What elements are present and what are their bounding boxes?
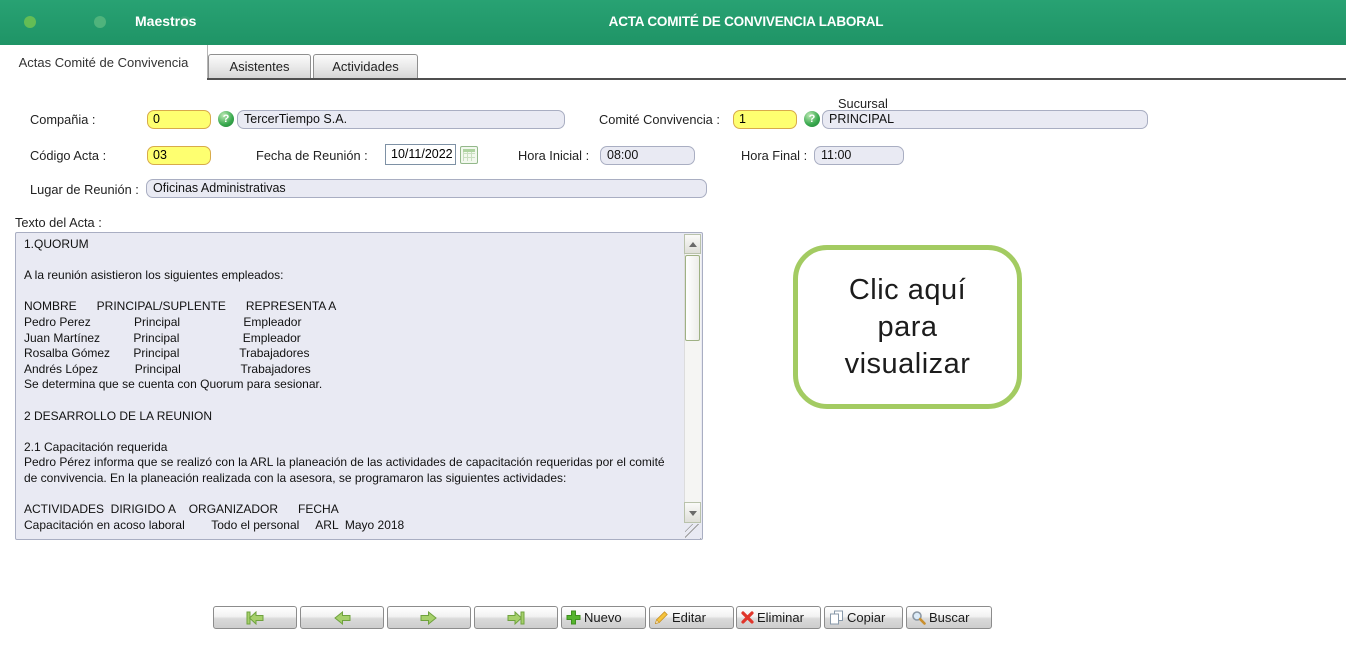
scrollbar-thumb[interactable] bbox=[685, 255, 700, 341]
calendar-icon[interactable] bbox=[460, 146, 478, 164]
skip-last-icon bbox=[506, 611, 526, 625]
sucursal-field: PRINCIPAL bbox=[822, 110, 1148, 129]
page-title: ACTA COMITÉ DE CONVIVENCIA LABORAL bbox=[0, 14, 1346, 29]
codigo-acta-input[interactable]: 03 bbox=[147, 146, 211, 165]
eliminar-button[interactable]: Eliminar bbox=[736, 606, 821, 629]
tab-label: Actividades bbox=[332, 59, 398, 74]
comite-label: Comité Convivencia : bbox=[599, 112, 720, 127]
app-window: Maestros ACTA COMITÉ DE CONVIVENCIA LABO… bbox=[0, 0, 1346, 655]
up-triangle-icon bbox=[689, 242, 697, 247]
tab-bar: Actas Comité de Convivencia Asistentes A… bbox=[0, 45, 1346, 80]
compania-label: Compañia : bbox=[30, 112, 95, 127]
hora-final-field: 11:00 bbox=[814, 146, 904, 165]
lugar-reunion-field: Oficinas Administrativas bbox=[146, 179, 707, 198]
copiar-button[interactable]: Copiar bbox=[824, 606, 903, 629]
tab-actividades[interactable]: Actividades bbox=[313, 54, 418, 78]
copy-pages-icon bbox=[829, 610, 844, 625]
header-bar: Maestros ACTA COMITÉ DE CONVIVENCIA LABO… bbox=[0, 0, 1346, 45]
hora-final-label: Hora Final : bbox=[741, 148, 807, 163]
tab-divider bbox=[207, 78, 1346, 80]
tab-label: Asistentes bbox=[230, 59, 290, 74]
tab-actas-comite[interactable]: Actas Comité de Convivencia bbox=[0, 45, 208, 80]
compania-code-input[interactable]: 0 bbox=[147, 110, 211, 129]
hora-inicial-label: Hora Inicial : bbox=[518, 148, 589, 163]
click-to-view-callout[interactable]: Clic aquí para visualizar bbox=[793, 245, 1022, 409]
tab-asistentes[interactable]: Asistentes bbox=[208, 54, 311, 78]
editar-button[interactable]: Editar bbox=[649, 606, 734, 629]
button-label: Nuevo bbox=[584, 610, 622, 625]
texto-acta-textarea[interactable]: 1.QUORUM A la reunión asistieron los sig… bbox=[15, 232, 703, 540]
resize-grip-icon[interactable] bbox=[685, 524, 701, 539]
button-label: Eliminar bbox=[757, 610, 804, 625]
buscar-button[interactable]: Buscar bbox=[906, 606, 992, 629]
tab-label: Actas Comité de Convivencia bbox=[19, 55, 189, 70]
button-label: Buscar bbox=[929, 610, 969, 625]
comite-code-input[interactable]: 1 bbox=[733, 110, 797, 129]
plus-icon bbox=[566, 610, 581, 625]
nuevo-button[interactable]: Nuevo bbox=[561, 606, 646, 629]
codigo-acta-label: Código Acta : bbox=[30, 148, 106, 163]
left-arrow-icon bbox=[333, 611, 351, 625]
pencil-icon bbox=[654, 610, 669, 625]
button-label: Editar bbox=[672, 610, 706, 625]
red-x-icon bbox=[741, 611, 754, 624]
fecha-reunion-input[interactable]: 10/11/2022 bbox=[385, 144, 456, 165]
nav-previous-button[interactable] bbox=[300, 606, 384, 629]
lookup-help-icon[interactable]: ? bbox=[804, 111, 820, 127]
calendar-grid-icon bbox=[463, 149, 475, 161]
magnifier-icon bbox=[911, 610, 926, 625]
fecha-reunion-label: Fecha de Reunión : bbox=[256, 148, 368, 163]
texto-acta-content: 1.QUORUM A la reunión asistieron los sig… bbox=[24, 237, 678, 536]
button-label: Copiar bbox=[847, 610, 885, 625]
scroll-down-icon[interactable] bbox=[684, 502, 701, 523]
scroll-up-icon[interactable] bbox=[684, 234, 701, 254]
nav-first-button[interactable] bbox=[213, 606, 297, 629]
texto-acta-label: Texto del Acta : bbox=[15, 215, 102, 230]
lookup-help-icon[interactable]: ? bbox=[218, 111, 234, 127]
lugar-reunion-label: Lugar de Reunión : bbox=[30, 182, 139, 197]
compania-name-field: TercerTiempo S.A. bbox=[237, 110, 565, 129]
hora-inicial-field: 08:00 bbox=[600, 146, 695, 165]
sucursal-label: Sucursal bbox=[838, 96, 888, 111]
skip-first-icon bbox=[245, 611, 265, 625]
nav-next-button[interactable] bbox=[387, 606, 471, 629]
nav-last-button[interactable] bbox=[474, 606, 558, 629]
right-arrow-icon bbox=[420, 611, 438, 625]
down-triangle-icon bbox=[689, 511, 697, 516]
